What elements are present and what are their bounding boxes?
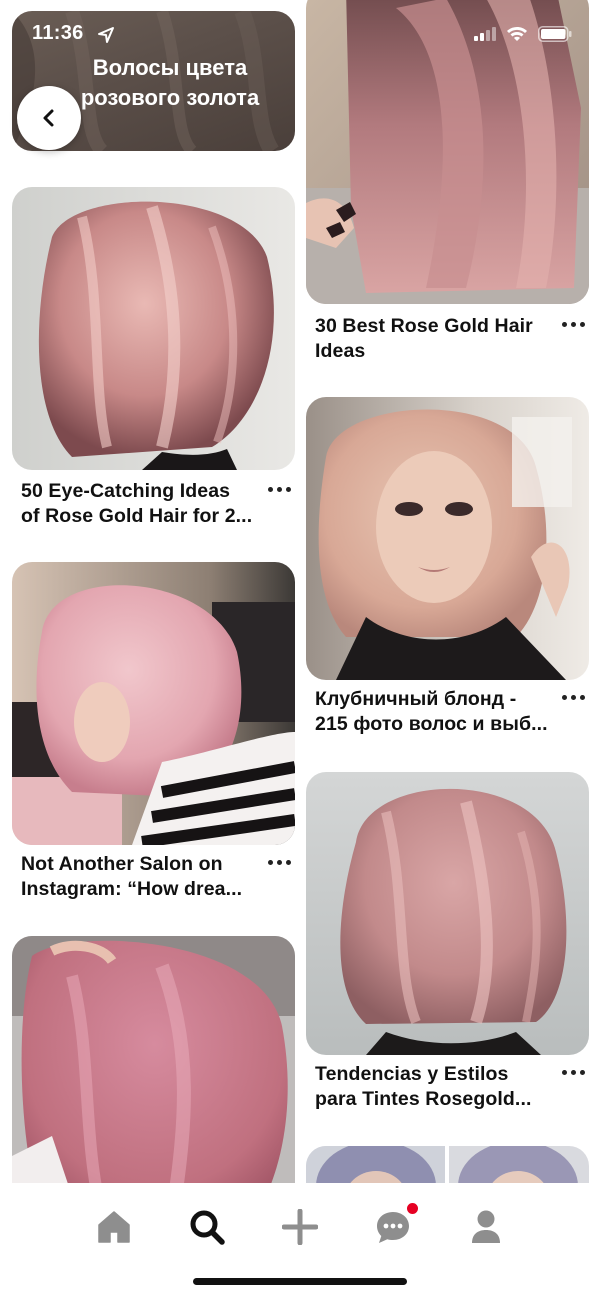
location-arrow-icon xyxy=(98,27,114,43)
nav-messages[interactable] xyxy=(369,1201,420,1251)
nav-search[interactable] xyxy=(183,1203,231,1251)
more-options-icon[interactable] xyxy=(267,856,293,870)
battery-icon xyxy=(538,26,572,42)
more-options-icon[interactable] xyxy=(561,1066,587,1080)
pin-image[interactable] xyxy=(306,772,589,1055)
more-options-icon[interactable] xyxy=(561,318,587,332)
notification-dot xyxy=(405,1201,420,1216)
status-time: 11:36 xyxy=(32,22,84,44)
nav-create[interactable] xyxy=(276,1203,324,1251)
pin-image[interactable] xyxy=(306,0,589,304)
nav-profile[interactable] xyxy=(462,1203,510,1251)
pin-title[interactable]: Клубничный блонд - 215 фото волос и выб.… xyxy=(315,687,555,737)
nav-home[interactable] xyxy=(90,1203,138,1251)
pin-title[interactable]: 30 Best Rose Gold Hair Ideas xyxy=(315,314,555,364)
profile-icon xyxy=(472,1210,500,1243)
pin-title[interactable]: Tendencias y Estilos para Tintes Rosegol… xyxy=(315,1062,555,1112)
messages-icon xyxy=(377,1212,409,1243)
pin-title[interactable]: 50 Eye-Catching Ideas of Rose Gold Hair … xyxy=(21,479,261,529)
home-indicator[interactable] xyxy=(193,1278,407,1285)
home-icon xyxy=(98,1211,130,1243)
board-title: Волосы цвета розового золота xyxy=(80,55,260,110)
search-icon xyxy=(190,1210,225,1245)
more-options-icon[interactable] xyxy=(561,691,587,705)
more-options-icon[interactable] xyxy=(267,483,293,497)
pin-image[interactable] xyxy=(12,187,295,470)
back-button[interactable] xyxy=(17,86,81,150)
pin-title[interactable]: Not Another Salon on Instagram: “How dre… xyxy=(21,852,261,902)
chevron-left-icon xyxy=(43,109,54,127)
add-icon xyxy=(282,1209,318,1245)
pin-image[interactable] xyxy=(12,562,295,845)
pin-image[interactable] xyxy=(306,397,589,680)
status-indicators xyxy=(474,26,572,42)
bottom-navigation xyxy=(0,1183,600,1297)
pinterest-board-screen: 30 Best Rose Gold Hair Ideas Клубничный … xyxy=(0,0,600,1297)
cellular-signal-icon xyxy=(474,27,496,41)
wifi-icon xyxy=(507,27,527,41)
